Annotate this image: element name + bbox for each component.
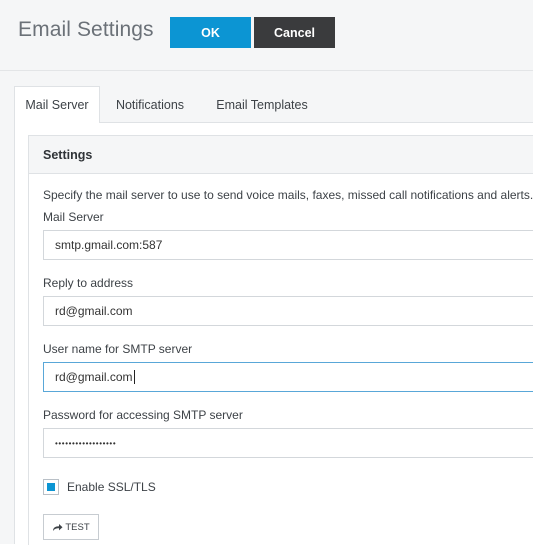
tab-notifications[interactable]: Notifications [106,86,194,123]
reply-to-label: Reply to address [43,276,134,290]
settings-heading: Settings [29,136,533,174]
smtp-username-value: rd@gmail.com [55,370,133,384]
smtp-username-input[interactable]: rd@gmail.com [43,362,533,392]
reply-to-value: rd@gmail.com [55,304,133,318]
settings-description: Specify the mail server to use to send v… [43,188,533,202]
text-caret [133,370,135,384]
tab-label: Email Templates [216,97,308,112]
settings-section: Settings Specify the mail server to use … [28,135,533,545]
smtp-password-value: •••••••••••••••••• [55,438,117,448]
reply-to-input[interactable]: rd@gmail.com [43,296,533,326]
tab-bar: Mail Server Notifications Email Template… [14,86,533,123]
test-button-label: TEST [65,521,90,533]
ssl-checkbox[interactable] [43,479,59,495]
mail-server-label: Mail Server [43,210,104,224]
mail-server-input[interactable]: smtp.gmail.com:587 [43,230,533,260]
ok-button[interactable]: OK [170,17,251,48]
tab-label: Mail Server [25,98,89,112]
tab-email-templates[interactable]: Email Templates [202,86,322,123]
ssl-label: Enable SSL/TLS [67,480,156,494]
smtp-password-label: Password for accessing SMTP server [43,408,243,422]
ssl-checkbox-mark [47,483,55,491]
smtp-password-input[interactable]: •••••••••••••••••• [43,428,533,458]
ssl-toggle-row: Enable SSL/TLS [43,479,156,495]
page-title: Email Settings [18,18,154,41]
mail-server-panel: Settings Specify the mail server to use … [14,122,533,545]
cancel-button[interactable]: Cancel [254,17,335,48]
share-arrow-icon [53,523,63,531]
mail-server-value: smtp.gmail.com:587 [55,238,163,252]
tab-mail-server[interactable]: Mail Server [14,86,100,123]
smtp-username-label: User name for SMTP server [43,342,193,356]
test-button[interactable]: TEST [43,514,99,540]
page-header: Email Settings OK Cancel [0,0,533,71]
tab-label: Notifications [115,97,185,112]
